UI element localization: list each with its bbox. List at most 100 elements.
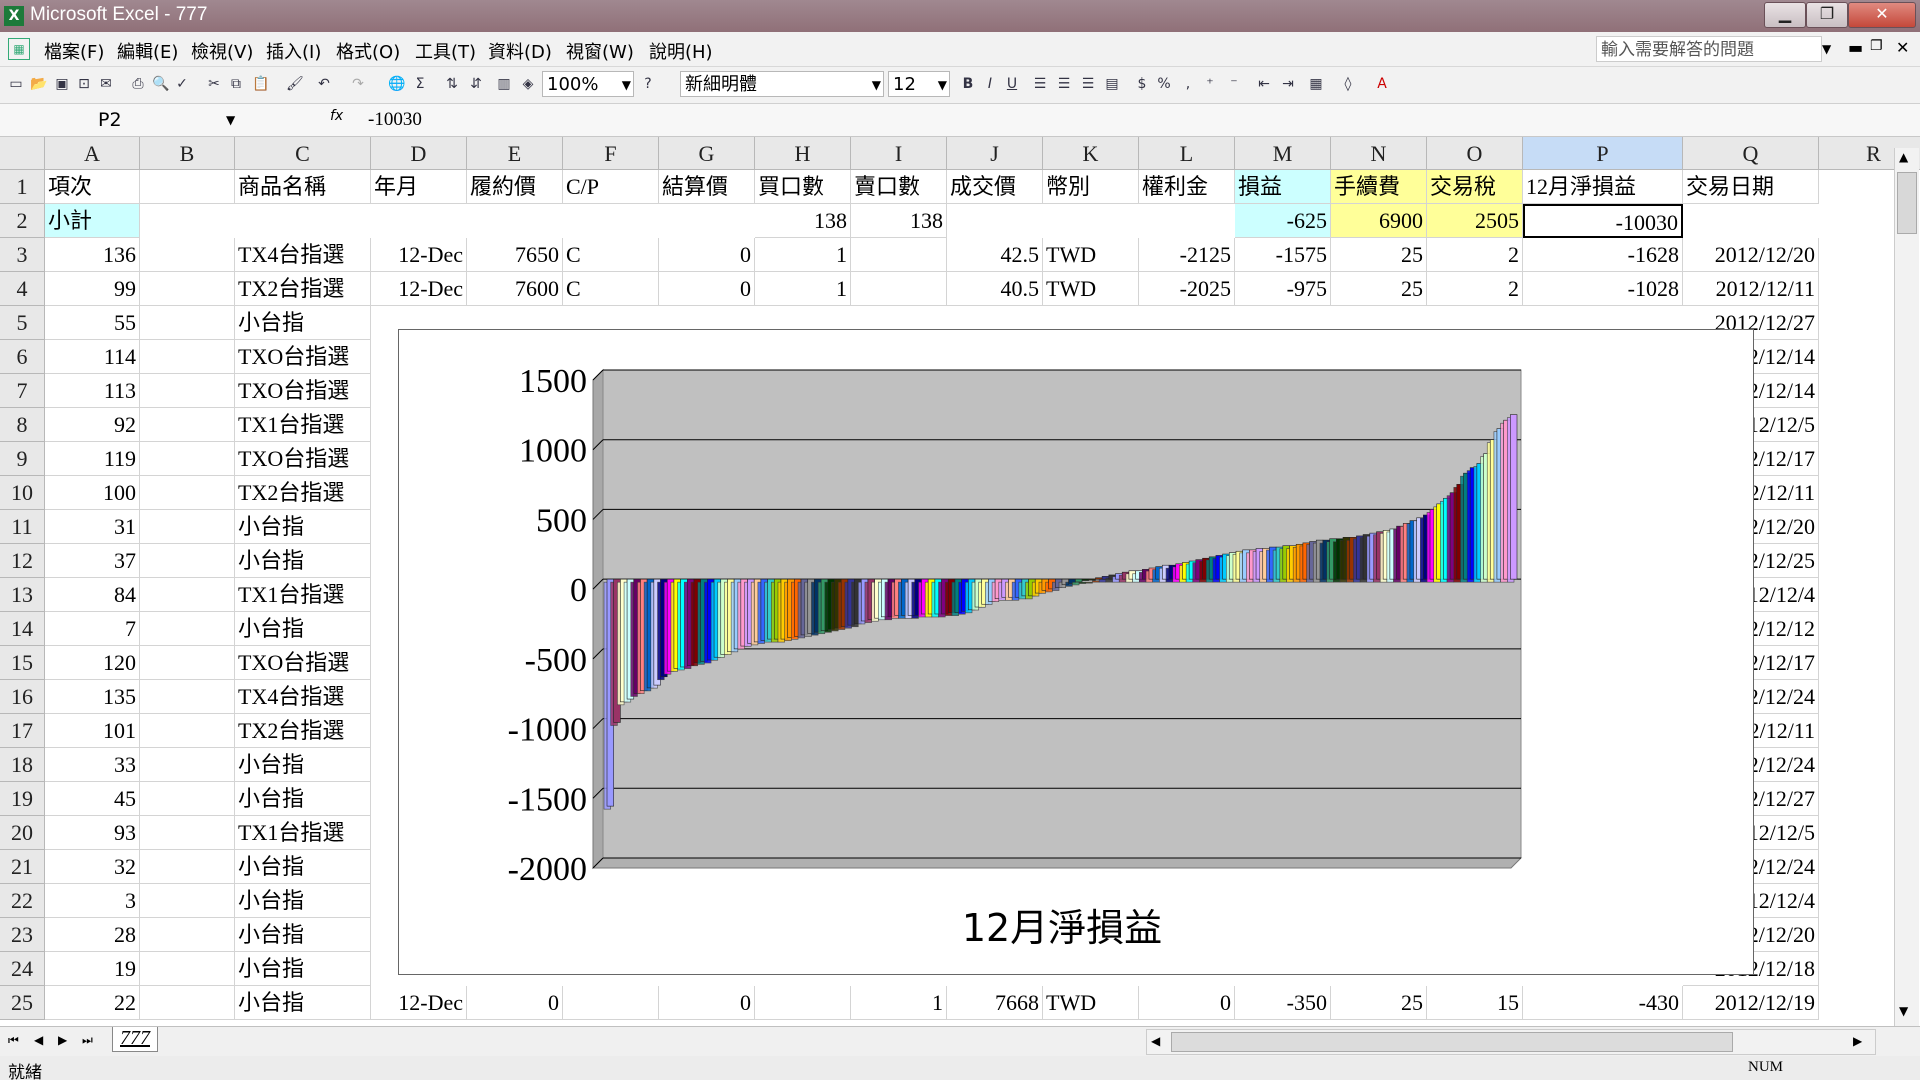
cell[interactable] [140,510,235,544]
table-cell[interactable]: 小台指 [235,986,371,1020]
column-header-e[interactable]: E [467,137,563,170]
chart-wizard-icon[interactable]: ▥ [496,75,512,93]
table-cell[interactable]: 1 [851,986,947,1020]
table-cell[interactable]: 55 [45,306,140,340]
table-cell[interactable]: 1 [755,272,851,306]
column-header-g[interactable]: G [659,137,755,170]
format-painter-icon[interactable]: 🖌 [286,75,304,93]
table-cell[interactable]: TXO台指選 [235,646,371,680]
row-header[interactable]: 1 [0,170,45,204]
cell[interactable] [140,782,235,816]
table-cell[interactable]: 2012/12/11 [1683,272,1819,306]
header-cell[interactable]: C/P [563,170,659,204]
zoom-select[interactable]: 100% ▼ [542,71,634,97]
row-header[interactable]: 16 [0,680,45,714]
autosum-icon[interactable]: Σ [412,75,428,93]
column-header-c[interactable]: C [235,137,371,170]
header-cell[interactable]: 賣口數 [851,170,947,204]
active-cell-p2[interactable]: -10030 [1523,204,1683,238]
align-center-icon[interactable]: ☰ [1056,75,1072,93]
select-all-corner[interactable] [0,137,45,170]
currency-icon[interactable]: $ [1134,75,1150,93]
table-cell[interactable]: 25 [1331,272,1427,306]
cell[interactable] [140,952,235,986]
menu-file[interactable]: 檔案(F) [44,38,104,64]
align-left-icon[interactable]: ☰ [1032,75,1048,93]
save-icon[interactable]: ▣ [54,75,70,93]
row-header[interactable]: 5 [0,306,45,340]
maximize-button[interactable]: ❐ [1806,2,1848,28]
table-cell[interactable]: 114 [45,340,140,374]
sort-descending-icon[interactable]: ⇵ [468,75,484,93]
drawing-icon[interactable]: ◈ [520,75,536,93]
header-cell[interactable]: 手續費 [1331,170,1427,204]
bar-75[interactable] [1098,579,1107,583]
table-cell[interactable]: 92 [45,408,140,442]
print-icon[interactable]: ⎙ [130,75,146,93]
bar-73[interactable] [1085,581,1093,584]
menu-view[interactable]: 檢視(V) [191,38,253,64]
minimize-button[interactable]: ▁ [1764,2,1806,28]
table-cell[interactable]: TXO台指選 [235,442,371,476]
column-header-m[interactable]: M [1235,137,1331,170]
table-cell[interactable]: 119 [45,442,140,476]
subtotal-fee[interactable]: 6900 [1331,204,1427,238]
menu-format[interactable]: 格式(O) [336,38,400,64]
column-header-k[interactable]: K [1043,137,1139,170]
table-cell[interactable]: 45 [45,782,140,816]
table-cell[interactable]: 37 [45,544,140,578]
row-header[interactable]: 8 [0,408,45,442]
menu-window[interactable]: 視窗(W) [566,38,634,64]
scroll-thumb[interactable] [1897,172,1917,234]
header-cell[interactable]: 交易稅 [1427,170,1523,204]
row-header[interactable]: 11 [0,510,45,544]
header-cell[interactable]: 損益 [1235,170,1331,204]
doc-minimize-icon[interactable]: ▬ [1848,38,1863,57]
bar-74[interactable] [1092,580,1100,583]
table-cell[interactable]: 19 [45,952,140,986]
row-header[interactable]: 13 [0,578,45,612]
table-cell[interactable]: 0 [659,238,755,272]
cell[interactable] [140,544,235,578]
table-cell[interactable]: 小台指 [235,510,371,544]
column-header-j[interactable]: J [947,137,1043,170]
table-cell[interactable]: TX4台指選 [235,238,371,272]
table-cell[interactable]: TXO台指選 [235,340,371,374]
prev-sheet-icon[interactable]: ◀ [34,1033,43,1047]
row-header[interactable]: 3 [0,238,45,272]
table-cell[interactable]: -2125 [1139,238,1235,272]
cell[interactable] [140,748,235,782]
cell[interactable] [140,340,235,374]
decrease-decimal-icon[interactable]: ⁻ [1226,75,1242,93]
first-sheet-icon[interactable]: ⏮ [8,1033,19,1048]
row-header[interactable]: 23 [0,918,45,952]
help-question-input[interactable]: 輸入需要解答的問題 [1596,36,1822,62]
table-cell[interactable]: 7668 [947,986,1043,1020]
formula-input[interactable]: -10030 [368,106,422,134]
column-header-f[interactable]: F [563,137,659,170]
excel-icon[interactable]: X [4,6,24,26]
table-cell[interactable]: -975 [1235,272,1331,306]
subtotal-pnl[interactable]: -625 [1235,204,1331,238]
row-header[interactable]: 21 [0,850,45,884]
table-cell[interactable]: 0 [659,986,755,1020]
table-cell[interactable]: TX2台指選 [235,272,371,306]
cell[interactable] [140,238,235,272]
table-cell[interactable]: 2 [1427,238,1523,272]
cell[interactable] [140,884,235,918]
table-cell[interactable]: 33 [45,748,140,782]
table-cell[interactable]: TX1台指選 [235,578,371,612]
subtotal-sell[interactable]: 138 [851,204,947,238]
cell[interactable] [140,986,235,1020]
table-cell[interactable]: 7600 [467,272,563,306]
cell[interactable] [140,578,235,612]
cell[interactable] [140,918,235,952]
sheet-tab-777[interactable]: 777 [112,1027,158,1052]
table-cell[interactable]: TX1台指選 [235,816,371,850]
menu-data[interactable]: 資料(D) [488,38,552,64]
table-cell[interactable]: -350 [1235,986,1331,1020]
table-cell[interactable]: 99 [45,272,140,306]
subtotal-label[interactable]: 小計 [45,204,140,238]
increase-indent-icon[interactable]: ⇥ [1280,75,1296,93]
row-header[interactable]: 17 [0,714,45,748]
